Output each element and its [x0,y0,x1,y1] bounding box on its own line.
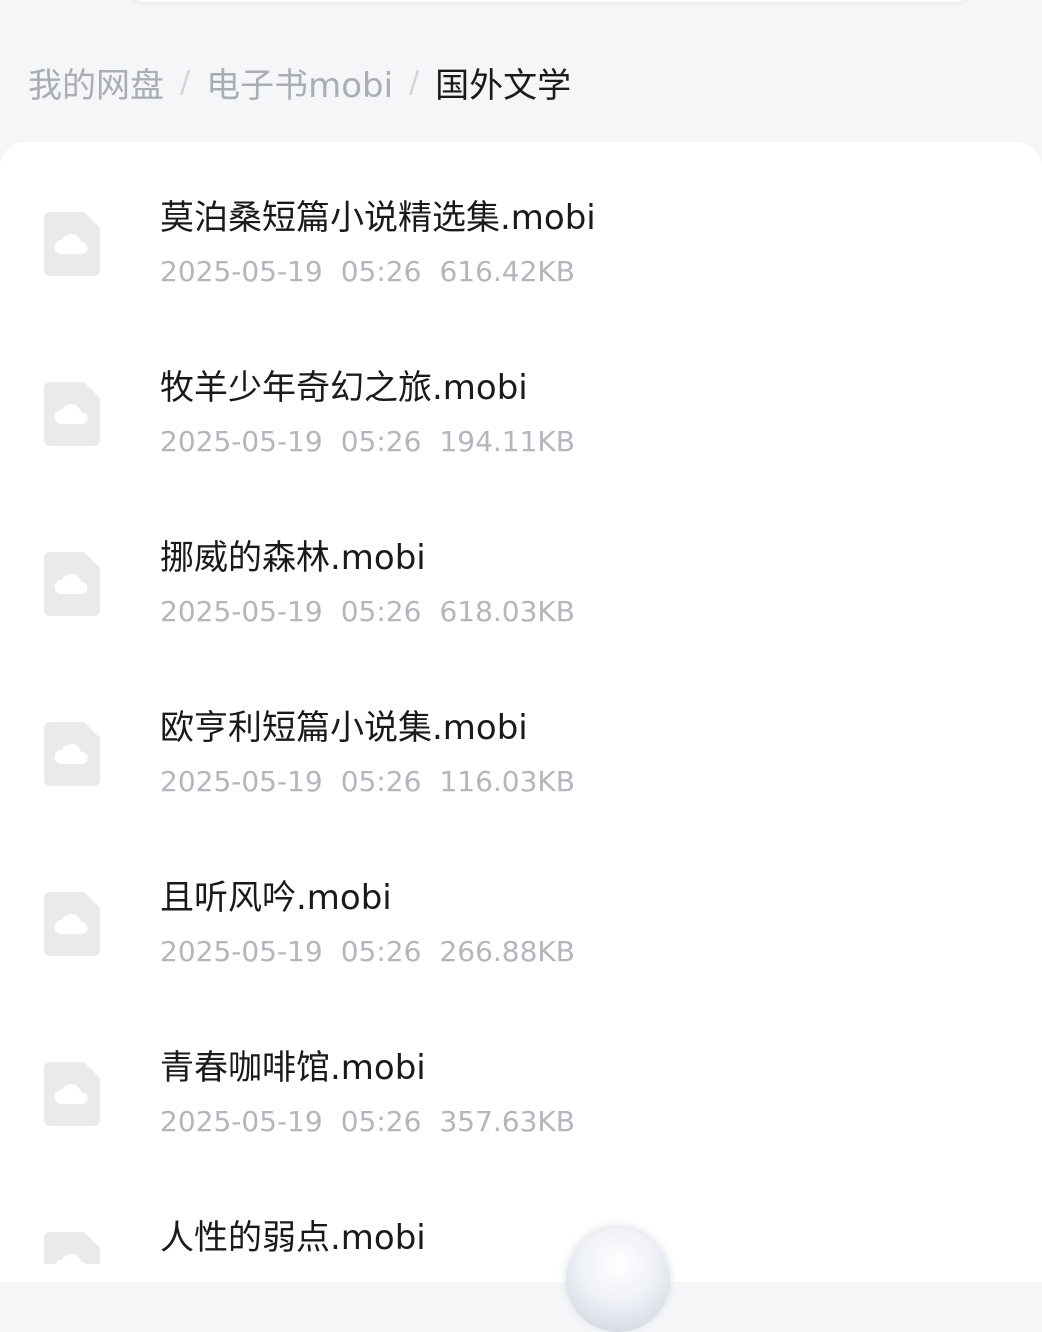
file-time: 05:26 [340,765,422,798]
file-name: 挪威的森林.mobi [160,538,426,578]
cloud-file-icon [44,892,100,956]
file-date: 2025-05-19 [160,935,323,968]
file-meta: 2025-05-19 05:26 616.42KB [160,254,575,290]
file-name: 人性的弱点.mobi [160,1218,426,1258]
file-list-item[interactable]: 人性的弱点.mobi [0,1166,1042,1264]
file-name: 青春咖啡馆.mobi [160,1048,426,1088]
cloud-file-icon [44,722,100,786]
file-time: 05:26 [340,425,422,458]
file-list-item[interactable]: 莫泊桑短篇小说精选集.mobi 2025-05-19 05:26 616.42KB [0,146,1042,316]
top-search-bar-edge [130,0,970,2]
cloud-file-icon [44,212,100,276]
file-size: 618.03KB [439,595,575,628]
floating-assistant-button[interactable] [566,1228,670,1332]
file-size: 116.03KB [439,765,575,798]
file-list-item[interactable]: 挪威的森林.mobi 2025-05-19 05:26 618.03KB [0,486,1042,656]
file-date: 2025-05-19 [160,425,323,458]
file-list-item[interactable]: 欧亨利短篇小说集.mobi 2025-05-19 05:26 116.03KB [0,656,1042,826]
cloud-file-icon [44,1232,100,1264]
file-name: 且听风吟.mobi [160,878,392,918]
file-meta: 2025-05-19 05:26 618.03KB [160,594,575,630]
file-name: 莫泊桑短篇小说精选集.mobi [160,198,596,238]
file-meta: 2025-05-19 05:26 357.63KB [160,1104,575,1140]
file-name: 欧亨利短篇小说集.mobi [160,708,528,748]
file-time: 05:26 [340,595,422,628]
file-name: 牧羊少年奇幻之旅.mobi [160,368,528,408]
file-date: 2025-05-19 [160,255,323,288]
cloud-file-icon [44,382,100,446]
breadcrumb-separator: / [180,64,191,100]
file-size: 266.88KB [439,935,575,968]
file-list-item[interactable]: 青春咖啡馆.mobi 2025-05-19 05:26 357.63KB [0,996,1042,1166]
file-time: 05:26 [340,1105,422,1138]
breadcrumb: 我的网盘 / 电子书mobi / 国外文学 [28,58,571,106]
file-date: 2025-05-19 [160,595,323,628]
file-meta: 2025-05-19 05:26 266.88KB [160,934,575,970]
breadcrumb-root[interactable]: 我的网盘 [28,58,164,107]
file-date: 2025-05-19 [160,1105,323,1138]
file-list-item[interactable]: 且听风吟.mobi 2025-05-19 05:26 266.88KB [0,826,1042,996]
cloud-file-icon [44,1062,100,1126]
file-list: 莫泊桑短篇小说精选集.mobi 2025-05-19 05:26 616.42KB … [0,142,1042,1282]
file-size: 194.11KB [439,425,575,458]
file-time: 05:26 [340,255,422,288]
file-list-item[interactable]: 牧羊少年奇幻之旅.mobi 2025-05-19 05:26 194.11KB [0,316,1042,486]
file-size: 357.63KB [439,1105,575,1138]
breadcrumb-parent[interactable]: 电子书mobi [206,58,393,107]
breadcrumb-separator: / [409,64,420,100]
file-time: 05:26 [340,935,422,968]
file-meta: 2025-05-19 05:26 194.11KB [160,424,575,460]
breadcrumb-current: 国外文学 [435,65,572,106]
file-size: 616.42KB [439,255,575,288]
file-meta: 2025-05-19 05:26 116.03KB [160,764,575,800]
file-date: 2025-05-19 [160,765,323,798]
cloud-file-icon [44,552,100,616]
